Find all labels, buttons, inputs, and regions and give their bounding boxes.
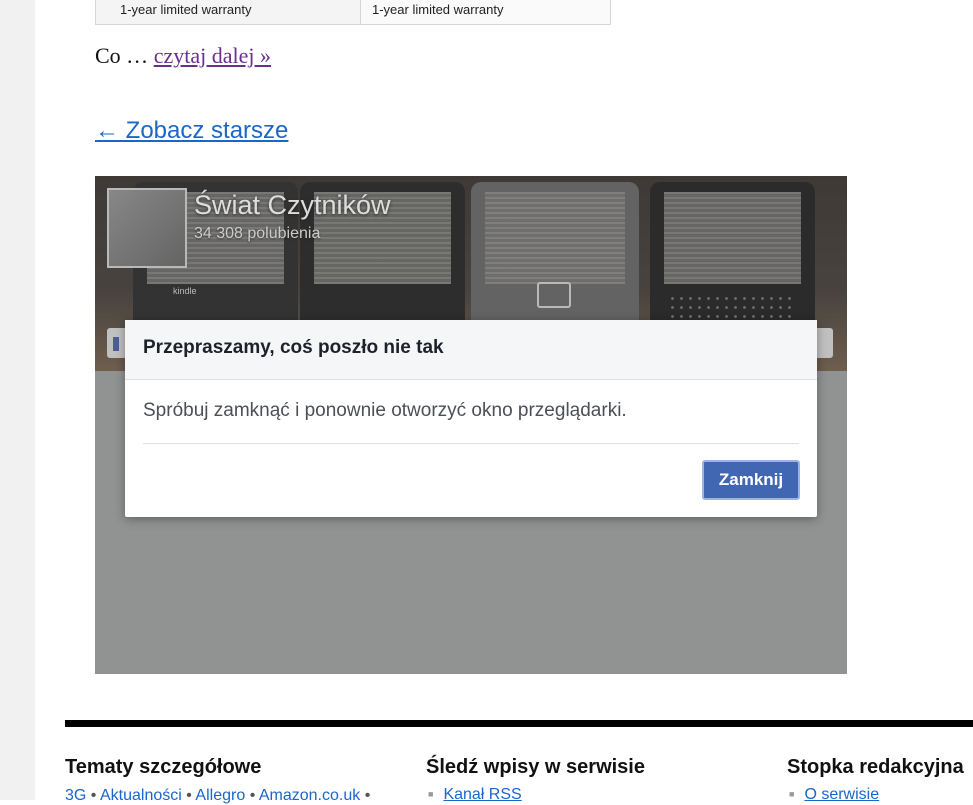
tag-separator: • — [90, 787, 97, 804]
close-button[interactable]: Zamknij — [702, 460, 800, 500]
tag-separator: • — [249, 787, 256, 804]
spec-cell-right: 1-year limited warranty — [361, 0, 610, 24]
about-link[interactable]: O serwisie — [804, 786, 879, 803]
tag-separator: • — [186, 787, 192, 804]
spec-table-row: 1-year limited warranty 1-year limited w… — [95, 0, 611, 25]
footer-imprint: Stopka redakcyjna O serwisie — [787, 756, 964, 804]
tag-separator: • — [364, 787, 371, 804]
list-item: O serwisie — [787, 786, 964, 804]
footer-topics: Tematy szczegółowe 3G • Aktualności • Al… — [65, 756, 370, 805]
error-dialog: Przepraszamy, coś poszło nie tak Spróbuj… — [125, 320, 817, 517]
tag-link[interactable]: Amazon.co.uk — [259, 787, 360, 804]
footer-divider — [65, 720, 973, 727]
dialog-divider — [143, 443, 799, 444]
tag-list: 3G • Aktualności • Allegro • Amazon.co.u… — [65, 787, 370, 805]
post-excerpt: Co … czytaj dalej » — [95, 43, 271, 69]
footer-imprint-title: Stopka redakcyjna — [787, 756, 964, 778]
dialog-title: Przepraszamy, coś poszło nie tak — [125, 320, 817, 380]
footer-follow: Śledź wpisy w serwisie Kanał RSS — [426, 756, 645, 804]
rss-feed-link[interactable]: Kanał RSS — [443, 786, 521, 803]
tag-link[interactable]: 3G — [65, 787, 86, 804]
tag-link[interactable]: Allegro — [195, 787, 245, 804]
list-item: Kanał RSS — [426, 786, 645, 804]
imprint-list: O serwisie — [787, 786, 964, 804]
read-more-link[interactable]: czytaj dalej » — [154, 43, 271, 68]
excerpt-text: Co … — [95, 43, 149, 68]
spec-cell-left: 1-year limited warranty — [96, 0, 361, 24]
tag-link[interactable]: Aktualności — [100, 787, 182, 804]
dialog-message: Spróbuj zamknąć i ponownie otworzyć okno… — [143, 400, 627, 421]
follow-list: Kanał RSS — [426, 786, 645, 804]
older-posts-link[interactable]: ← Zobacz starsze — [95, 117, 288, 145]
left-sidebar-background — [0, 0, 35, 800]
footer-topics-title: Tematy szczegółowe — [65, 756, 262, 778]
footer-follow-title: Śledź wpisy w serwisie — [426, 756, 645, 778]
